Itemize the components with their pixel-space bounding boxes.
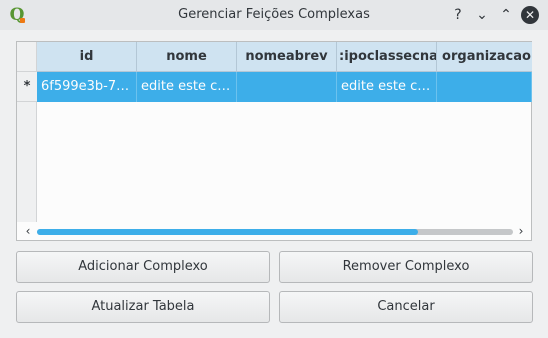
column-header-nomeabrev[interactable]: nomeabrev [237,42,337,72]
column-header-nome[interactable]: nome [137,42,237,72]
cell-nomeabrev[interactable] [237,72,337,102]
refresh-table-button[interactable]: Atualizar Tabela [16,291,270,323]
features-table: id nome nomeabrev :ipoclassecnae organiz… [16,41,532,241]
title-bar[interactable]: Q Gerenciar Feições Complexas ? ⌄ ⌃ ✕ [0,0,548,30]
help-icon[interactable]: ? [449,6,467,24]
scrollbar-thumb[interactable] [37,229,418,235]
maximize-icon[interactable]: ⌃ [497,6,515,24]
row-header: * [17,72,37,222]
new-row-marker[interactable]: * [17,72,37,102]
cell-organizacao[interactable] [437,72,532,102]
column-header-tipoclassecnae[interactable]: :ipoclassecnae [337,42,437,72]
scroll-left-icon[interactable]: ‹ [19,222,37,240]
cell-tipoclassecnae[interactable]: edite este ca… [337,72,437,102]
column-header-organizacao[interactable]: organizacao [437,42,532,72]
close-icon[interactable]: ✕ [521,6,539,24]
dialog-window: Q Gerenciar Feições Complexas ? ⌄ ⌃ ✕ id… [0,0,548,338]
column-header-id[interactable]: id [37,42,137,72]
cell-id[interactable]: 6f599e3b-7ef… [37,72,137,102]
add-complex-button[interactable]: Adicionar Complexo [16,251,270,283]
minimize-icon[interactable]: ⌄ [473,6,491,24]
remove-complex-button[interactable]: Remover Complexo [279,251,533,283]
cancel-button[interactable]: Cancelar [279,291,533,323]
table-header: id nome nomeabrev :ipoclassecnae organiz… [37,42,532,72]
table-corner [17,42,37,72]
table-row[interactable]: 6f599e3b-7ef… edite este ca… edite este … [37,72,532,102]
cell-nome[interactable]: edite este ca… [137,72,237,102]
horizontal-scrollbar[interactable]: ‹ › [17,222,531,240]
scroll-right-icon[interactable]: › [512,222,530,240]
